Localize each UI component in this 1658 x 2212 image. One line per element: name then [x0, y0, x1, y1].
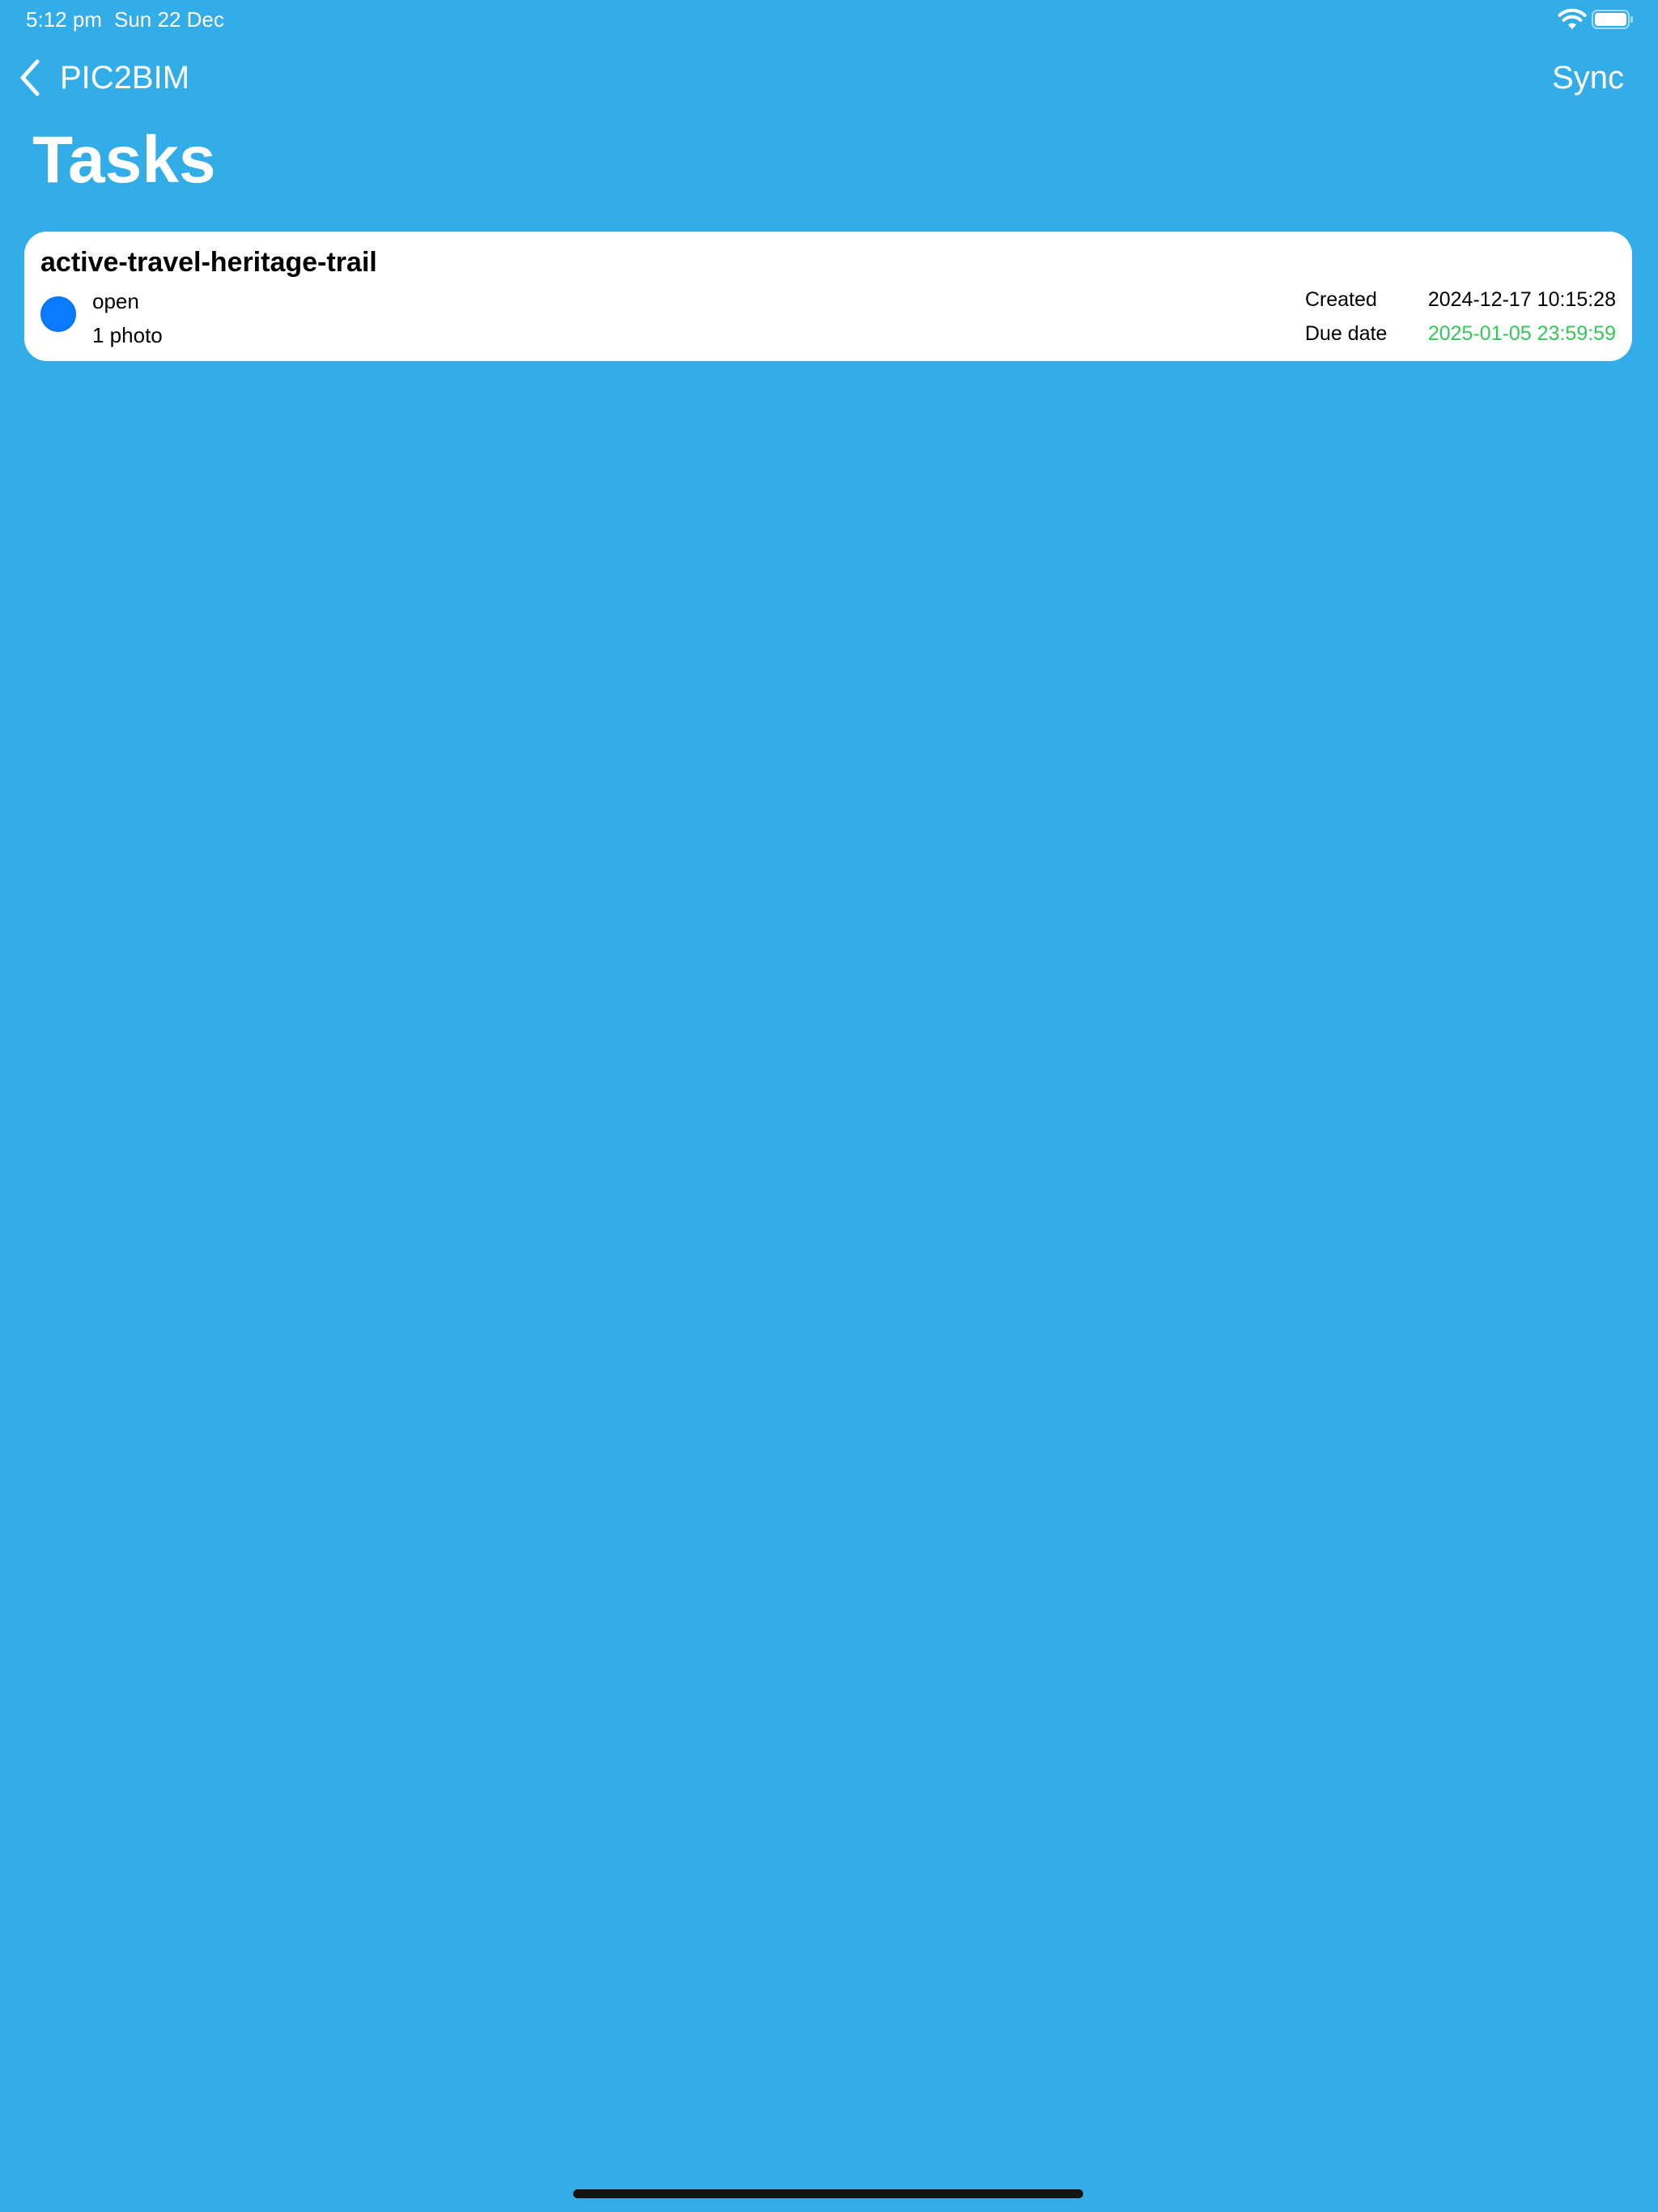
task-photo-count: 1 photo: [92, 323, 163, 347]
page-title: Tasks: [32, 123, 216, 197]
due-date-label: Due date: [1305, 322, 1388, 345]
back-button-label: PIC2BIM: [60, 60, 190, 96]
chevron-left-icon: [20, 59, 40, 96]
status-date: Sun 22 Dec: [114, 7, 224, 32]
task-card[interactable]: active-travel-heritage-trail open 1 phot…: [24, 232, 1632, 361]
wifi-icon: [1558, 8, 1587, 29]
due-date-value: 2025-01-05 23:59:59: [1427, 322, 1616, 345]
status-dot-icon: [40, 296, 76, 332]
task-name: active-travel-heritage-trail: [40, 247, 377, 278]
sync-button[interactable]: Sync: [1552, 53, 1624, 102]
created-label: Created: [1305, 288, 1377, 311]
created-value: 2024-12-17 10:15:28: [1427, 288, 1616, 311]
battery-icon: [1592, 10, 1633, 29]
status-bar: 5:12 pm Sun 22 Dec: [0, 0, 1658, 39]
back-button[interactable]: PIC2BIM: [18, 53, 189, 102]
task-status: open: [92, 289, 139, 313]
home-indicator[interactable]: [573, 2189, 1083, 2198]
status-time: 5:12 pm: [26, 7, 102, 32]
